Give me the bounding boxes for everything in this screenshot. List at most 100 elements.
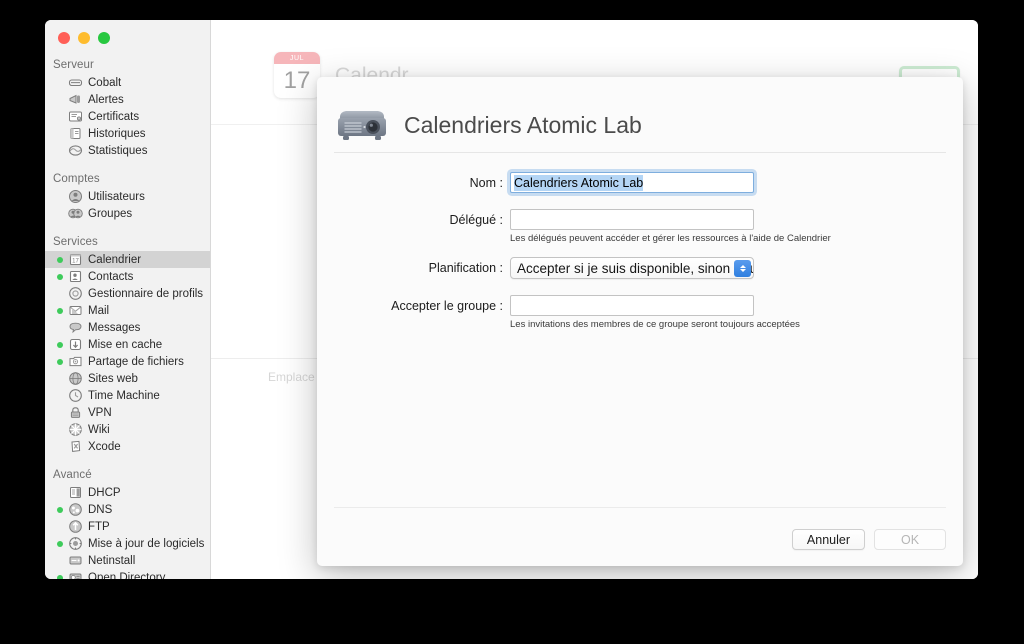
sidebar-item-label: Alertes — [88, 93, 124, 106]
status-dot-stopped — [57, 490, 63, 496]
sidebar-item-label: Calendrier — [88, 253, 142, 266]
calendar-icon-month: JUL — [274, 52, 320, 64]
status-dot-stopped — [57, 444, 63, 450]
maximize-button[interactable] — [98, 32, 110, 44]
status-dot-stopped — [57, 148, 63, 154]
sidebar-item-vpn[interactable]: VPN — [45, 404, 210, 421]
projector-icon — [338, 111, 386, 140]
mail-icon — [68, 303, 83, 318]
sidebar-item-label: FTP — [88, 520, 110, 533]
file-sharing-icon — [68, 354, 83, 369]
chevron-updown-icon[interactable] — [734, 260, 751, 277]
cancel-button[interactable]: Annuler — [791, 529, 865, 550]
sidebar-item-label: Groupes — [88, 207, 133, 220]
sidebar-item-label: Certificats — [88, 110, 140, 123]
vpn-lock-icon — [68, 405, 83, 420]
sidebar-item-label: Xcode — [88, 440, 121, 453]
sidebar-item-xcode[interactable]: Xcode — [45, 438, 210, 455]
sidebar-item-contacts[interactable]: Contacts — [45, 268, 210, 285]
sidebar-item-gestionnaire-de-profils[interactable]: Gestionnaire de profils — [45, 285, 210, 302]
sidebar-group-title: Avancé — [53, 469, 92, 481]
sidebar-item-label: Netinstall — [88, 554, 136, 567]
sidebar-item-wiki[interactable]: Wiki — [45, 421, 210, 438]
calendar-app-icon: JUL 17 — [274, 52, 320, 98]
dhcp-icon — [68, 485, 83, 500]
sidebar-item-mise-en-cache[interactable]: Mise en cache — [45, 336, 210, 353]
sidebar-item-mail[interactable]: Mail — [45, 302, 210, 319]
delegate-hint: Les délégués peuvent accéder et gérer le… — [510, 233, 831, 244]
sidebar-item-sites-web[interactable]: Sites web — [45, 370, 210, 387]
sidebar-item-label: Messages — [88, 321, 141, 334]
sidebar-item-ftp[interactable]: FTP — [45, 518, 210, 535]
sidebar-item-label: Sites web — [88, 372, 138, 385]
sidebar-item-label: Mail — [88, 304, 110, 317]
status-dot-stopped — [57, 194, 63, 200]
name-input-value: Calendriers Atomic Lab — [514, 174, 644, 191]
field-row-name: Nom : Calendriers Atomic Lab — [317, 172, 963, 193]
ok-button[interactable]: OK — [874, 529, 946, 550]
sidebar: Serveur Cobalt Alertes Certificats Historiqu… — [45, 20, 211, 579]
sidebar-item-label: Mise à jour de logiciels — [88, 537, 205, 550]
sidebar-item-label: Wiki — [88, 423, 110, 436]
sidebar-item-label: Gestionnaire de profils — [88, 287, 204, 300]
status-dot-running — [57, 256, 63, 263]
status-dot-running — [57, 574, 63, 579]
certificate-icon — [68, 109, 83, 124]
close-button[interactable] — [58, 32, 70, 44]
sidebar-item-groupes[interactable]: Groupes — [45, 205, 210, 222]
status-dot-stopped — [57, 410, 63, 416]
stats-icon — [68, 143, 83, 158]
sidebar-item-mise-jour-de-logiciels[interactable]: Mise à jour de logiciels — [45, 535, 210, 552]
sidebar-group-title: Comptes — [53, 173, 100, 185]
wiki-icon — [68, 422, 83, 437]
ftp-icon — [68, 519, 83, 534]
sidebar-item-statistiques[interactable]: Statistiques — [45, 142, 210, 159]
sidebar-item-dns[interactable]: DNS — [45, 501, 210, 518]
name-input[interactable]: Calendriers Atomic Lab — [510, 172, 754, 193]
dns-icon — [68, 502, 83, 517]
sidebar-item-alertes[interactable]: Alertes — [45, 91, 210, 108]
sidebar-item-cobalt[interactable]: Cobalt — [45, 74, 210, 91]
sidebar-item-calendrier[interactable]: 17 Calendrier — [45, 251, 210, 268]
scheduling-select[interactable]: Accepter si je suis disponible, sinon re… — [510, 257, 754, 279]
delegate-label: Délégué : — [449, 213, 503, 227]
user-icon — [68, 189, 83, 204]
sidebar-item-label: VPN — [88, 406, 112, 419]
status-dot-stopped — [57, 131, 63, 137]
sidebar-item-messages[interactable]: Messages — [45, 319, 210, 336]
sidebar-group-title: Serveur — [53, 59, 94, 71]
sidebar-item-label: Cobalt — [88, 76, 122, 89]
status-dot-stopped — [57, 524, 63, 530]
sidebar-item-label: Statistiques — [88, 144, 148, 157]
sidebar-item-time-machine[interactable]: Time Machine — [45, 387, 210, 404]
dialog-title: Calendriers Atomic Lab — [404, 111, 642, 138]
edit-calendar-dialog: Calendriers Atomic Lab Nom : Calendriers… — [317, 77, 963, 566]
window-traffic-lights — [45, 20, 210, 44]
field-row-accept-group: Accepter le groupe : Les invitations des… — [317, 295, 963, 330]
sidebar-item-partage-de-fichiers[interactable]: Partage de fichiers — [45, 353, 210, 370]
sidebar-item-open-directory[interactable]: Open Directory — [45, 569, 210, 579]
calendar-icon: 17 — [68, 252, 83, 267]
server-icon — [68, 75, 83, 90]
accept-group-input[interactable] — [510, 295, 754, 316]
sidebar-item-netinstall[interactable]: Netinstall — [45, 552, 210, 569]
sidebar-item-label: Utilisateurs — [88, 190, 145, 203]
sidebar-item-utilisateurs[interactable]: Utilisateurs — [45, 188, 210, 205]
scheduling-label: Planification : — [428, 261, 503, 275]
minimize-button[interactable] — [78, 32, 90, 44]
status-dot-running — [57, 307, 63, 314]
sidebar-item-historiques[interactable]: Historiques — [45, 125, 210, 142]
accept-group-hint: Les invitations des membres de ce groupe… — [510, 319, 800, 330]
sidebar-item-dhcp[interactable]: DHCP — [45, 484, 210, 501]
svg-text:17: 17 — [72, 258, 79, 264]
status-dot-stopped — [57, 211, 63, 217]
sidebar-item-certificats[interactable]: Certificats — [45, 108, 210, 125]
sidebar-item-label: Partage de fichiers — [88, 355, 184, 368]
netinstall-icon — [68, 553, 83, 568]
status-dot-stopped — [57, 97, 63, 103]
delegate-input[interactable] — [510, 209, 754, 230]
status-dot-stopped — [57, 114, 63, 120]
open-directory-icon — [68, 570, 83, 579]
dialog-footer: Annuler OK — [791, 529, 946, 550]
status-dot-running — [57, 341, 63, 348]
